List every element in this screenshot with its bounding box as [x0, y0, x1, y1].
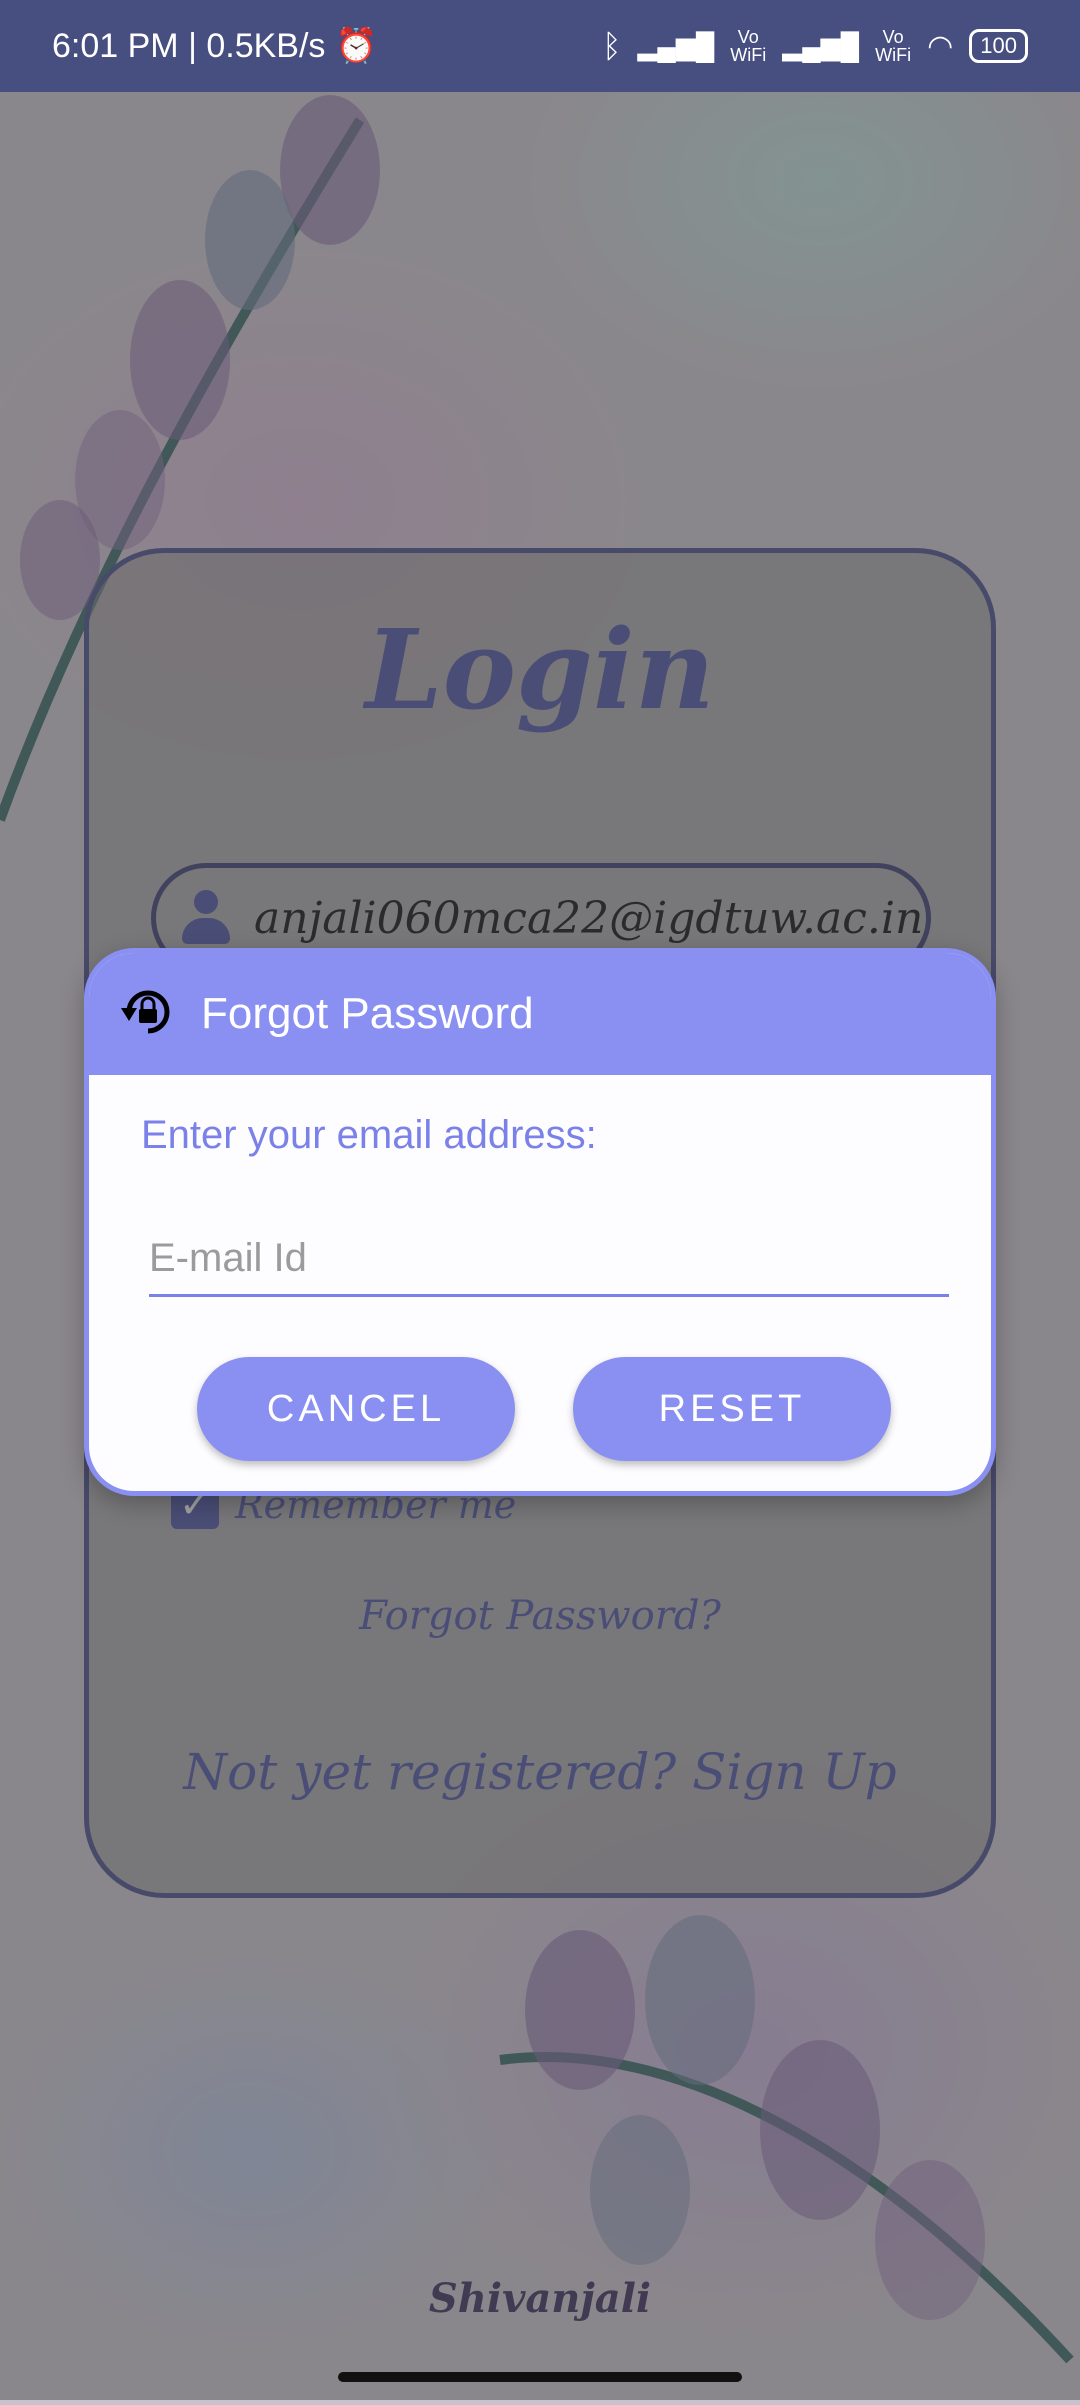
status-bar: 6:01 PM | 0.5KB/s ⏰ ᛒ ▂▄▆█ Vo WiFi ▂▄▆█ … — [0, 0, 1080, 92]
signal-icon-2: ▂▄▆█ — [782, 30, 860, 61]
signal-icon-1: ▂▄▆█ — [637, 30, 715, 61]
reset-button[interactable]: RESET — [573, 1357, 891, 1461]
dialog-header: Forgot Password — [89, 953, 991, 1075]
wifi-icon: ◠ — [927, 29, 954, 63]
cancel-button[interactable]: CANCEL — [197, 1357, 515, 1461]
battery-icon: 100 — [969, 29, 1028, 63]
vowifi-label-2: Vo WiFi — [875, 27, 912, 65]
email-input[interactable] — [149, 1223, 949, 1297]
home-indicator[interactable] — [338, 2372, 742, 2382]
status-time: 6:01 PM | 0.5KB/s — [52, 26, 326, 65]
vowifi-label-1: Vo WiFi — [730, 27, 767, 65]
dialog-title: Forgot Password — [201, 989, 534, 1038]
forgot-password-dialog: Forgot Password Enter your email address… — [84, 948, 996, 1496]
lock-reset-icon — [117, 981, 179, 1048]
bluetooth-icon: ᛒ — [602, 27, 622, 64]
alarm-icon: ⏰ — [335, 27, 378, 65]
dialog-prompt: Enter your email address: — [141, 1113, 597, 1157]
